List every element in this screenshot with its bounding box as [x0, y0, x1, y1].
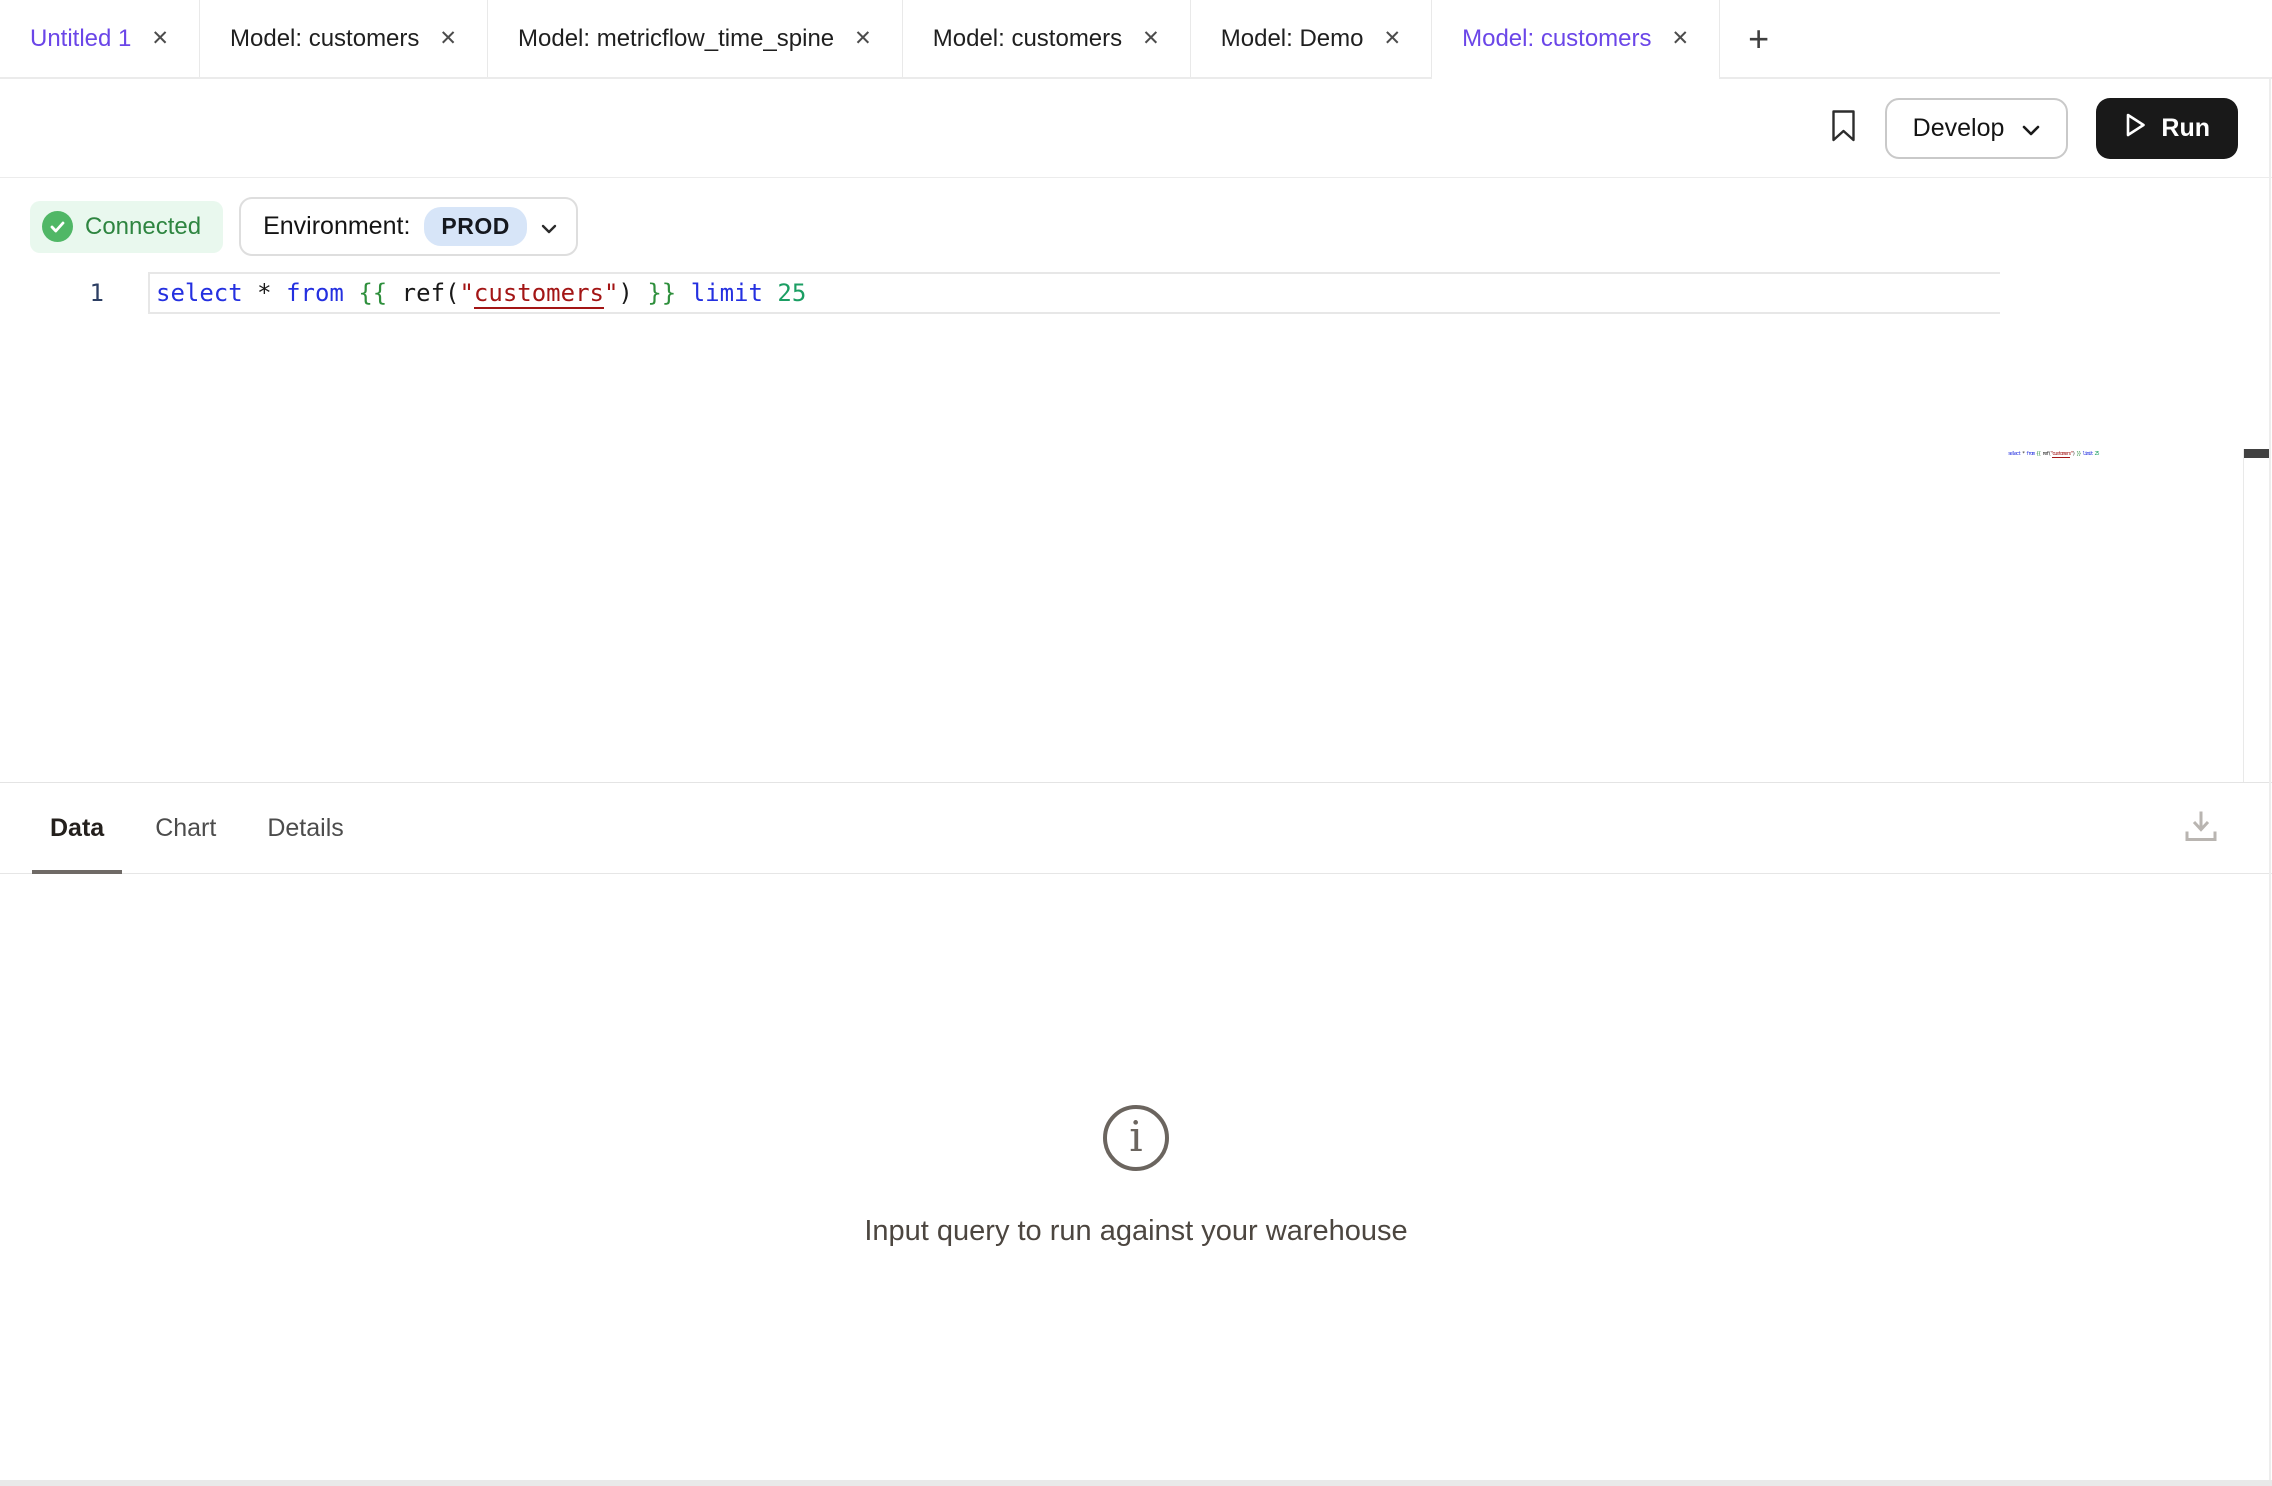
chevron-down-icon — [541, 212, 557, 241]
results-tab-details[interactable]: Details — [249, 783, 361, 873]
scrollbar-thumb[interactable] — [2244, 449, 2270, 458]
environment-label: Environment: — [263, 212, 410, 241]
plus-icon: + — [1748, 18, 1769, 60]
code-token — [763, 279, 777, 307]
download-button[interactable] — [2180, 805, 2222, 852]
tab-label: Model: metricflow_time_spine — [518, 25, 834, 53]
develop-button-label: Develop — [1913, 114, 2005, 143]
code-token: limit — [2082, 451, 2092, 457]
tab-bar: Untitled 1✕Model: customers✕Model: metri… — [0, 0, 2272, 79]
editor-tab[interactable]: Model: metricflow_time_spine ✕ — [488, 0, 903, 77]
bookmark-button[interactable] — [1830, 109, 1857, 148]
new-tab-button[interactable]: + — [1720, 0, 1797, 77]
bookmark-icon — [1830, 109, 1857, 148]
code-token: }} — [647, 279, 676, 307]
code-token: customers — [474, 279, 604, 309]
close-icon[interactable]: ✕ — [151, 28, 169, 49]
code-token: select — [2008, 451, 2020, 457]
code-editor[interactable]: 1 select * from {{ ref("customers") }} l… — [0, 272, 2272, 314]
code-token: " — [459, 279, 473, 307]
close-icon[interactable]: ✕ — [1142, 28, 1160, 49]
tab-label: Model: customers — [1462, 25, 1651, 53]
toolbar: Develop Run — [0, 79, 2272, 178]
close-icon[interactable]: ✕ — [439, 28, 457, 49]
develop-button[interactable]: Develop — [1885, 98, 2069, 159]
tab-strip: Untitled 1✕Model: customers✕Model: metri… — [0, 0, 1720, 77]
code-token: " — [604, 279, 618, 307]
code-token: ref( — [387, 279, 459, 307]
code-token: customers — [2052, 451, 2070, 458]
ide-window: Untitled 1✕Model: customers✕Model: metri… — [0, 0, 2272, 1486]
sql-editor-panel: Connected Environment: PROD 1 select * f… — [0, 178, 2272, 782]
download-icon — [2180, 805, 2222, 852]
connection-status-row: Connected Environment: PROD — [0, 178, 2272, 256]
info-icon: i — [1103, 1105, 1169, 1171]
code-token: * — [243, 279, 286, 307]
empty-state-message: Input query to run against your warehous… — [864, 1215, 1407, 1248]
tab-label: Untitled 1 — [30, 25, 131, 53]
tab-label: Model: customers — [933, 25, 1122, 53]
line-number: 1 — [0, 272, 104, 314]
environment-badge: PROD — [424, 207, 526, 246]
chevron-down-icon — [2022, 114, 2040, 143]
close-icon[interactable]: ✕ — [1384, 28, 1402, 49]
run-button[interactable]: Run — [2096, 98, 2238, 159]
bottom-divider — [0, 1480, 2272, 1486]
editor-tab[interactable]: Model: customers ✕ — [903, 0, 1191, 77]
code-token: {{ — [358, 279, 387, 307]
results-tab-chart[interactable]: Chart — [137, 783, 234, 873]
code-token: 25 — [2095, 451, 2099, 457]
editor-minimap[interactable]: select * from {{ ref("customers") }} lim… — [2008, 451, 2099, 458]
code-line[interactable]: select * from {{ ref("customers") }} lim… — [148, 272, 2000, 314]
results-tab-bar: DataChartDetails — [0, 783, 2272, 874]
results-tab-strip: DataChartDetails — [32, 783, 362, 873]
check-icon — [42, 211, 73, 242]
close-icon[interactable]: ✕ — [854, 28, 872, 49]
code-token: ref( — [2040, 451, 2050, 457]
code-token: from — [286, 279, 344, 307]
connection-status-label: Connected — [85, 213, 201, 241]
editor-tab[interactable]: Model: customers ✕ — [1432, 0, 1720, 77]
tab-label: Model: Demo — [1221, 25, 1364, 53]
tab-label: Model: customers — [230, 25, 419, 53]
run-button-label: Run — [2161, 114, 2210, 143]
code-token: select — [156, 279, 243, 307]
play-icon — [2124, 112, 2147, 145]
connection-status-badge: Connected — [30, 201, 223, 253]
code-token — [676, 279, 690, 307]
code-token: ) — [618, 279, 647, 307]
code-token: 25 — [777, 279, 806, 307]
code-token: from — [2026, 451, 2034, 457]
editor-tab[interactable]: Untitled 1 ✕ — [0, 0, 200, 77]
close-icon[interactable]: ✕ — [1672, 28, 1690, 49]
editor-tab[interactable]: Model: Demo ✕ — [1191, 0, 1432, 77]
results-empty-state: i Input query to run against your wareho… — [0, 874, 2272, 1479]
code-token — [344, 279, 358, 307]
code-token: limit — [691, 279, 763, 307]
environment-selector[interactable]: Environment: PROD — [239, 197, 578, 256]
results-panel: DataChartDetails i Input query to run ag… — [0, 782, 2272, 1480]
results-tab-data[interactable]: Data — [32, 783, 122, 873]
window-scrollbar-track — [2269, 79, 2271, 1480]
editor-tab[interactable]: Model: customers ✕ — [200, 0, 488, 77]
